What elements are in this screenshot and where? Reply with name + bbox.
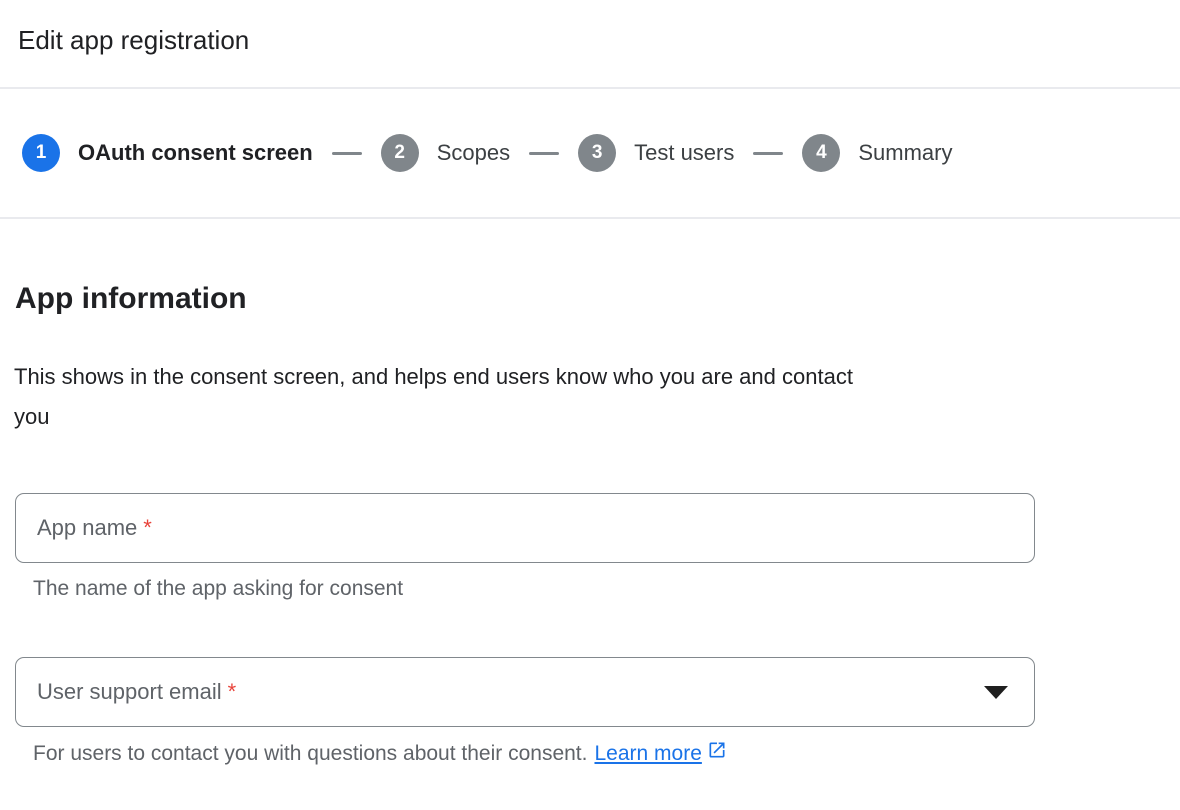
step-3-label: Test users: [634, 140, 734, 166]
step-1-circle: 1: [22, 134, 60, 172]
app-name-input[interactable]: App name *: [15, 493, 1035, 563]
step-3-circle: 3: [578, 134, 616, 172]
user-support-email-select[interactable]: User support email *: [15, 657, 1035, 727]
step-2-circle: 2: [381, 134, 419, 172]
step-summary[interactable]: 4 Summary: [802, 134, 952, 172]
step-oauth-consent-screen[interactable]: 1 OAuth consent screen: [22, 134, 313, 172]
step-separator: [332, 152, 362, 155]
external-link-icon: [707, 740, 727, 767]
app-information-heading: App information: [15, 281, 1180, 317]
divider: [0, 217, 1180, 219]
step-1-label: OAuth consent screen: [78, 140, 313, 166]
step-4-circle: 4: [802, 134, 840, 172]
step-4-label: Summary: [858, 140, 952, 166]
stepper: 1 OAuth consent screen 2 Scopes 3 Test u…: [0, 89, 1180, 217]
app-name-label: App name: [37, 515, 137, 541]
dropdown-arrow-icon: [984, 686, 1008, 699]
user-support-email-helper: For users to contact you with questions …: [33, 740, 1180, 767]
description-line: This shows in the consent screen, and he…: [14, 357, 1180, 397]
step-test-users[interactable]: 3 Test users: [578, 134, 734, 172]
user-support-email-label: User support email: [37, 679, 222, 705]
step-separator: [753, 152, 783, 155]
app-information-description: This shows in the consent screen, and he…: [14, 357, 1180, 437]
step-scopes[interactable]: 2 Scopes: [381, 134, 510, 172]
app-name-helper-text: The name of the app asking for consent: [33, 576, 403, 602]
user-support-email-helper-text: For users to contact you with questions …: [33, 741, 587, 767]
step-separator: [529, 152, 559, 155]
required-asterisk: *: [228, 679, 237, 705]
description-line: you: [14, 397, 1180, 437]
learn-more-link[interactable]: Learn more: [594, 741, 701, 767]
step-2-label: Scopes: [437, 140, 510, 166]
app-name-helper: The name of the app asking for consent: [33, 576, 1180, 602]
page-title: Edit app registration: [0, 0, 1180, 56]
required-asterisk: *: [143, 515, 152, 541]
